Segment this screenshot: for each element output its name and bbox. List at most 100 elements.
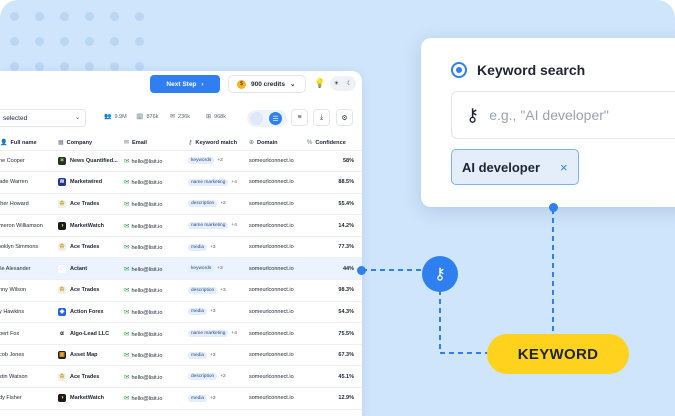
verified-mail-icon: ✉: [124, 308, 130, 316]
verified-mail-icon: ✉: [124, 244, 130, 252]
panel-topbar: Next Step › $ 900 credits ⌄ 💡 ☀ ☾: [0, 71, 362, 97]
cell-full-name: obert Fox: [0, 322, 58, 345]
table-row[interactable]: elle Alexander◌Actant✉hello@lisit.iokeyw…: [0, 257, 362, 281]
list-view-icon[interactable]: ☰: [269, 112, 282, 125]
cell-email[interactable]: ✉ hello@lisit.io: [124, 365, 188, 389]
col-company[interactable]: ▦ Company: [58, 136, 124, 151]
cell-email[interactable]: ✉ hello@lisit.io: [124, 301, 188, 324]
sun-icon: ☀: [333, 81, 340, 87]
table-row[interactable]: obert FoxαAlgo-Lead LLC✉hello@lisit.iona…: [0, 322, 362, 345]
keyword-tag: media: [188, 351, 208, 359]
keyword-search-card: Keyword search ⚷ e.g., "AI developer" AI…: [421, 38, 675, 207]
credits-button[interactable]: $ 900 credits ⌄: [228, 75, 306, 93]
table-row[interactable]: enny Wilson♔Ace Trades✉hello@lisit.iodes…: [0, 279, 362, 302]
theme-toggle[interactable]: ☀ ☾: [330, 76, 356, 91]
table-row[interactable]: ristin Watson♔Ace Trades✉hello@lisit.iod…: [0, 365, 362, 389]
keyword-search-input[interactable]: ⚷ e.g., "AI developer": [451, 91, 675, 139]
cell-email[interactable]: ✉ hello@lisit.io: [124, 236, 188, 259]
keyword-chip-label: AI developer: [462, 159, 541, 175]
sort-button[interactable]: ≡: [291, 109, 308, 126]
keyword-more-count[interactable]: +3: [210, 396, 215, 401]
keyword-chip[interactable]: AI developer ×: [451, 149, 579, 185]
company-logo-icon: ♔: [58, 199, 66, 208]
cell-confidence: 44%: [307, 257, 362, 281]
verified-mail-icon: ✉: [124, 330, 130, 338]
table-row[interactable]: uy Hawkins◆Action Forex✉hello@lisit.iome…: [0, 301, 362, 324]
cell-domain: someurlconnect.io: [249, 150, 307, 173]
keyword-more-count[interactable]: +3: [220, 288, 225, 293]
keyword-more-count[interactable]: +4: [231, 331, 236, 336]
cell-confidence: 54.3%: [307, 301, 362, 324]
keyword-more-count[interactable]: +3: [210, 245, 215, 250]
cell-email[interactable]: ✉ hello@lisit.io: [124, 150, 188, 173]
keyword-more-count[interactable]: +3: [210, 309, 215, 314]
col-confidence[interactable]: % Confidence: [307, 136, 362, 151]
keyword-tag: description: [188, 286, 218, 294]
keyword-search-radio[interactable]: [451, 62, 467, 78]
table-row[interactable]: Vade Warren≋Marketwired✉hello@lisit.iona…: [0, 171, 362, 194]
cell-email[interactable]: ✉ hello@lisit.io: [124, 257, 188, 281]
cell-keyword: keywords +2: [188, 257, 249, 281]
keyword-more-count[interactable]: +2: [220, 374, 225, 379]
cell-email[interactable]: ✉ hello@lisit.io: [124, 214, 188, 237]
cell-email[interactable]: ✉ hello@lisit.io: [124, 279, 188, 302]
export-button[interactable]: ⤓: [313, 109, 330, 126]
view-switch[interactable]: ☰: [247, 110, 287, 127]
table-row[interactable]: ameron Williamson ◑ MarketWatch ✉ hello@lisi…: [0, 214, 362, 237]
cell-email[interactable]: ✉ hello@lisit.io: [124, 193, 188, 216]
cell-company: ♔ Ace Trades: [58, 193, 124, 216]
settings-button[interactable]: ⚙: [336, 109, 353, 126]
table-row[interactable]: sther Howard♔Ace Trades✉hello@lisit.iode…: [0, 193, 362, 216]
cell-domain: someurlconnect.io: [249, 214, 307, 237]
cell-keyword: media +3: [188, 344, 249, 367]
col-domain[interactable]: ⊕ Domain: [249, 136, 307, 151]
company-logo-icon: ♔: [58, 243, 66, 252]
key-icon: ⚷: [188, 140, 193, 147]
lightbulb-icon[interactable]: 💡: [314, 78, 325, 89]
company-logo-icon: ≋: [58, 178, 66, 187]
col-keyword-match[interactable]: ⚷ Keyword match: [188, 136, 249, 151]
verified-mail-icon: ✉: [124, 179, 130, 187]
cell-full-name: Vade Warren: [0, 171, 58, 194]
grid-view-icon[interactable]: [250, 112, 263, 125]
mail-icon: ✉: [124, 140, 130, 147]
table-row[interactable]: acob Jones▣Asset Map✉hello@lisit.iomedia…: [0, 344, 362, 367]
company-logo-icon: ♔: [58, 286, 66, 295]
user-icon: 👤: [0, 140, 8, 147]
company-logo-icon: ◌: [58, 264, 66, 273]
keyword-more-count[interactable]: +2: [220, 201, 225, 206]
col-email[interactable]: ✉ Email: [124, 136, 188, 151]
next-step-label: Next Step: [166, 80, 197, 88]
cell-keyword: description +2: [188, 193, 249, 216]
cell-confidence: 55.4%: [307, 193, 362, 216]
cell-domain: someurlconnect.io: [249, 322, 307, 345]
cell-full-name: enny Wilson: [0, 279, 58, 302]
cell-confidence: 14.2%: [307, 214, 362, 237]
cell-keyword: keywords +2: [188, 150, 249, 173]
keyword-more-count[interactable]: +4: [231, 223, 236, 228]
cell-email[interactable]: ✉ hello@lisit.io: [124, 171, 188, 194]
keyword-more-count[interactable]: +3: [210, 353, 215, 358]
table-row[interactable]: ane Cooper✶News Quantified...✉hello@lisi…: [0, 150, 362, 173]
keyword-more-count[interactable]: +4: [231, 180, 236, 185]
company-logo-icon: ✶: [58, 156, 66, 165]
stat-people: 👥 9.9M: [104, 113, 127, 121]
keyword-more-count[interactable]: +2: [217, 158, 222, 163]
table-row[interactable]: rooklyn Simmons ♔ Ace Trades ✉ hello@lisit.i…: [0, 236, 362, 259]
selection-dropdown[interactable]: selected ⌄: [0, 109, 86, 127]
cell-email[interactable]: ✉ hello@lisit.io: [124, 344, 188, 367]
col-full-name[interactable]: 👤 Full name: [0, 136, 58, 151]
verified-mail-icon: ✉: [124, 157, 130, 165]
cell-email[interactable]: ✉ hello@lisit.io: [124, 387, 188, 410]
keyword-more-count[interactable]: +2: [217, 266, 222, 271]
close-icon[interactable]: ×: [560, 160, 568, 175]
company-logo-icon: ♔: [58, 372, 66, 381]
verified-mail-icon: ✉: [124, 222, 130, 230]
cell-domain: someurlconnect.io: [249, 171, 307, 194]
verified-mail-icon: ✉: [124, 265, 130, 273]
table-row[interactable]: ody Fisher◑MarketWatch✉hello@lisit.iomed…: [0, 387, 362, 410]
cell-email[interactable]: ✉ hello@lisit.io: [124, 322, 188, 345]
stat-emails: ✉ 236k: [170, 113, 190, 121]
next-step-button[interactable]: Next Step ›: [150, 75, 220, 93]
credits-label: 900 credits: [251, 80, 285, 88]
